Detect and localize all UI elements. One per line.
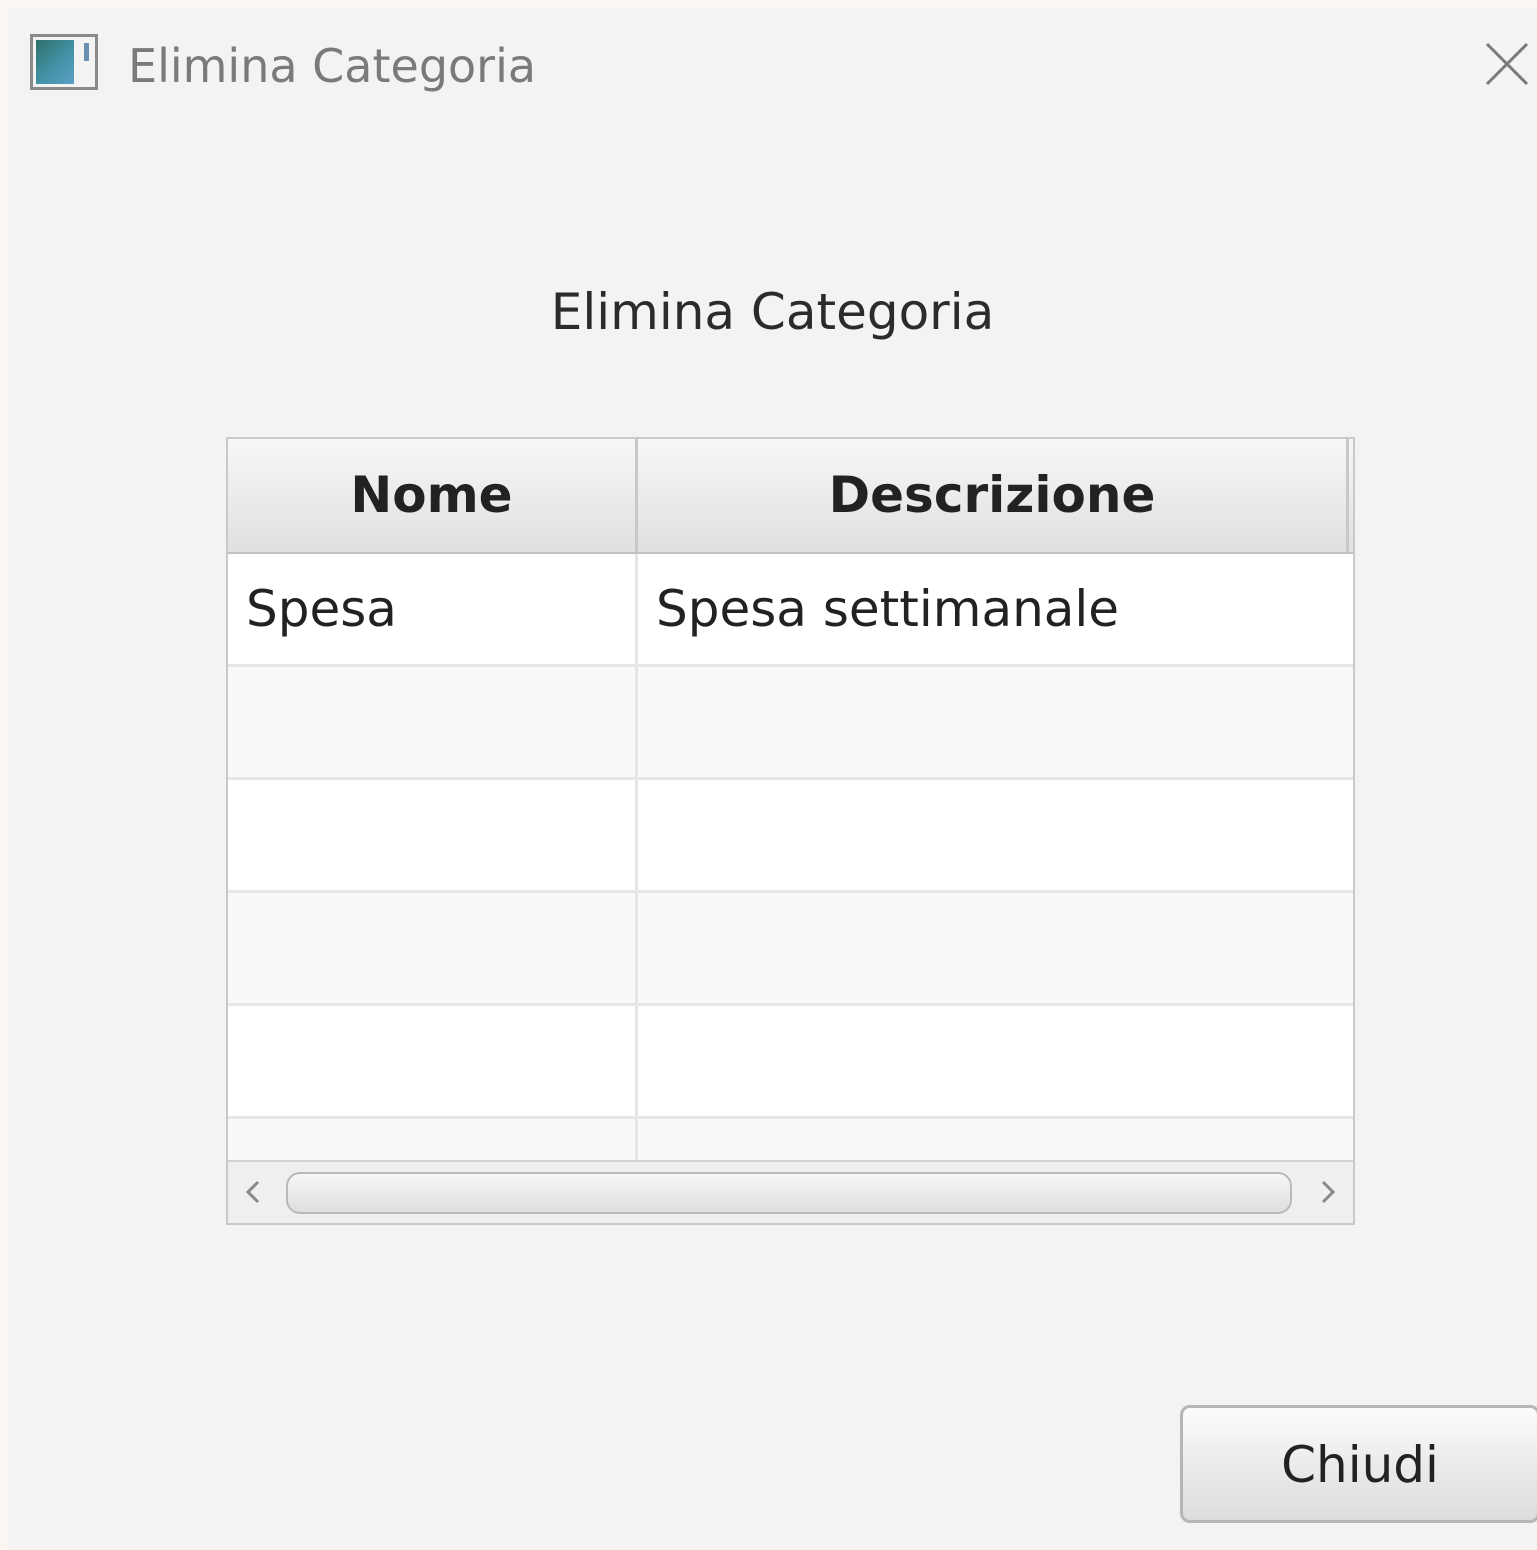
cell-descrizione — [638, 1119, 1353, 1160]
cell-nome — [228, 893, 638, 1003]
cell-descrizione — [638, 780, 1353, 890]
table-row[interactable] — [228, 893, 1353, 1006]
close-icon[interactable] — [1477, 32, 1537, 92]
chevron-right-icon[interactable] — [1307, 1172, 1347, 1212]
close-button[interactable]: Chiudi — [1180, 1405, 1537, 1523]
cell-nome — [228, 667, 638, 777]
title-bar: Elimina Categoria — [8, 8, 1537, 128]
cell-nome — [228, 1006, 638, 1116]
column-header-nome[interactable]: Nome — [228, 439, 638, 552]
page-title: Elimina Categoria — [550, 283, 995, 341]
table-row[interactable] — [228, 1119, 1353, 1160]
dialog-window: Elimina Categoria Elimina Categoria Nome… — [8, 8, 1537, 1550]
cell-nome — [228, 1119, 638, 1160]
table-row[interactable] — [228, 780, 1353, 893]
category-table[interactable]: Nome Descrizione Spesa Spesa settimanale — [226, 437, 1355, 1225]
table-row[interactable] — [228, 667, 1353, 780]
chevron-left-icon[interactable] — [234, 1172, 274, 1212]
table-row[interactable]: Spesa Spesa settimanale — [228, 554, 1353, 667]
table-row[interactable] — [228, 1006, 1353, 1119]
scrollbar-thumb[interactable] — [286, 1172, 1292, 1214]
cell-nome — [228, 780, 638, 890]
cell-descrizione — [638, 893, 1353, 1003]
app-window-icon — [30, 34, 98, 90]
horizontal-scrollbar[interactable] — [228, 1160, 1353, 1223]
table-body: Spesa Spesa settimanale — [228, 554, 1353, 1160]
cell-nome: Spesa — [228, 554, 638, 664]
cell-descrizione — [638, 1006, 1353, 1116]
cell-descrizione — [638, 667, 1353, 777]
cell-descrizione: Spesa settimanale — [656, 580, 1120, 638]
window-title: Elimina Categoria — [128, 39, 537, 93]
table-header: Nome Descrizione — [228, 439, 1353, 554]
column-header-descrizione[interactable]: Descrizione — [638, 439, 1349, 552]
